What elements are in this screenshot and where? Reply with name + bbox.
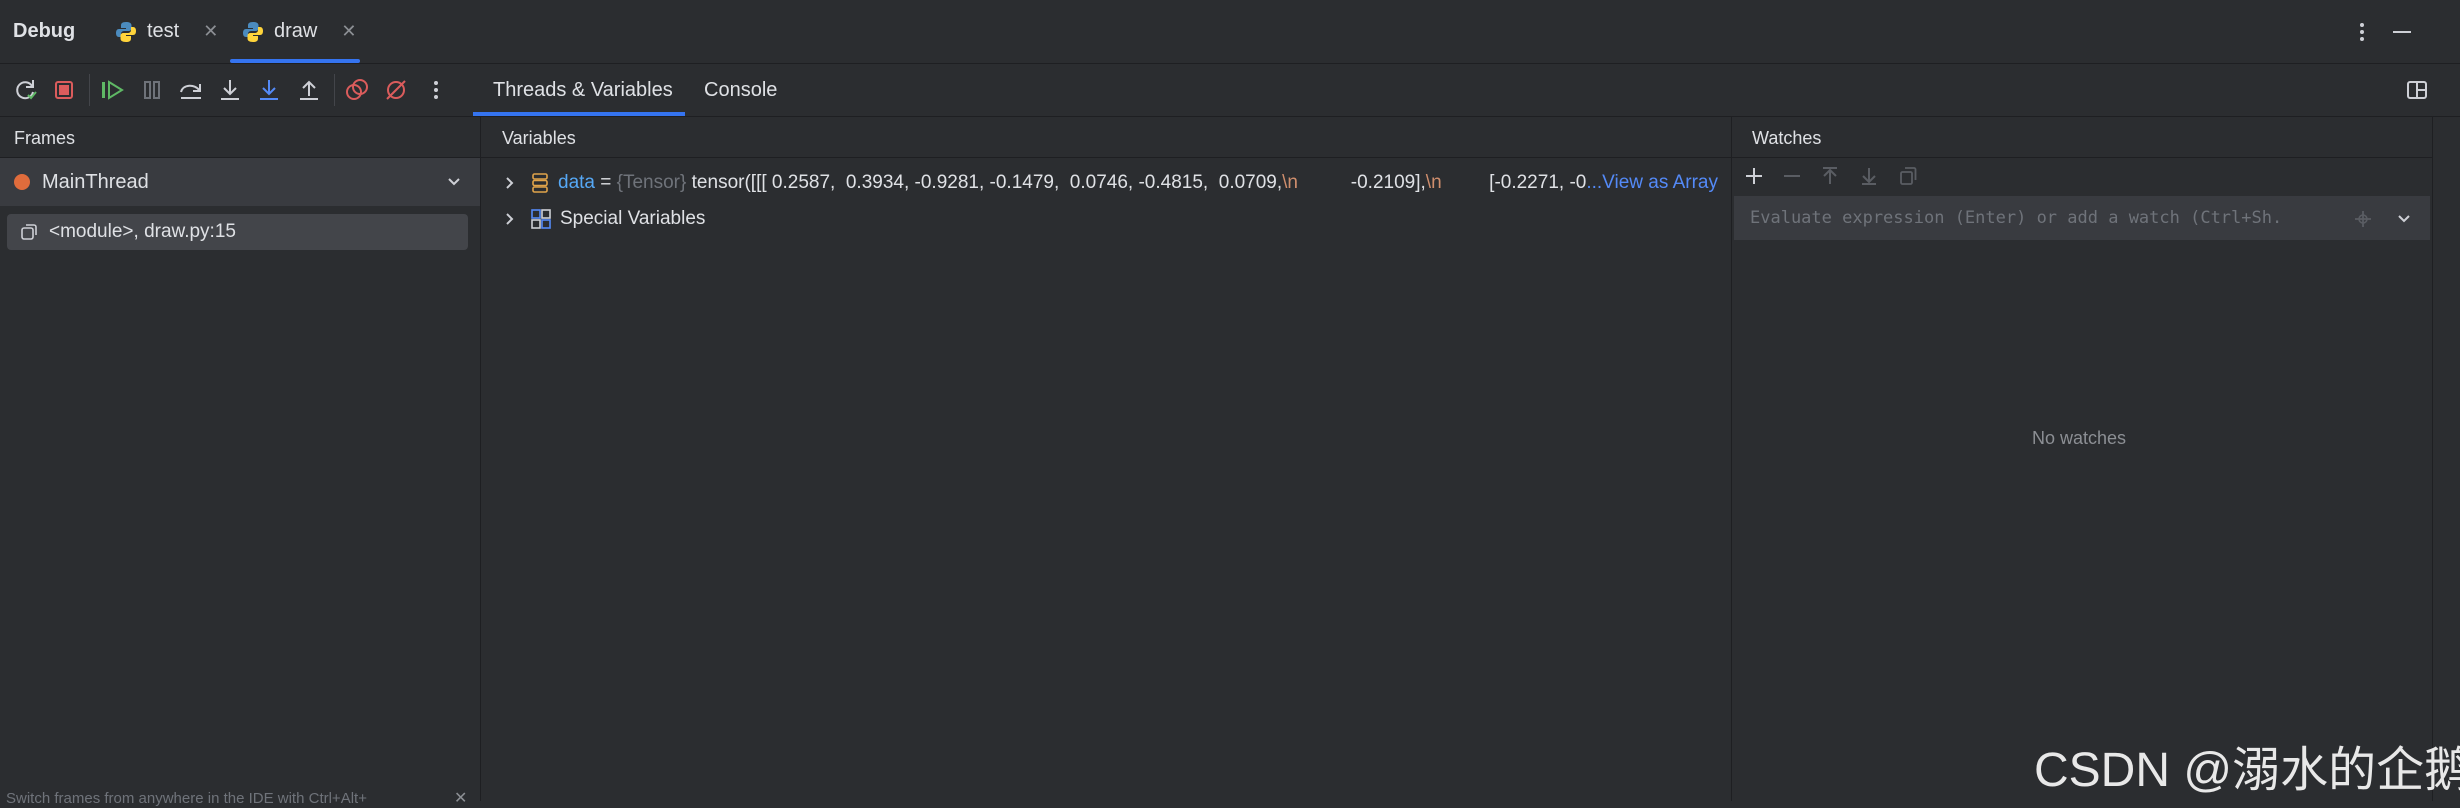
variables-title: Variables [502, 128, 576, 148]
variable-value: -0.2109], [1298, 172, 1426, 193]
chevron-right-icon[interactable] [500, 173, 520, 193]
move-down-icon[interactable] [1857, 164, 1881, 188]
frame-label: <module>, draw.py:15 [49, 221, 236, 242]
variable-name: Special Variables [560, 208, 706, 229]
mute-breakpoints-icon[interactable] [381, 75, 411, 105]
right-tool-strip [2433, 117, 2460, 801]
add-watch-inline-icon[interactable] [2352, 208, 2374, 230]
empty-watches-text: No watches [2032, 428, 2127, 448]
tab-test[interactable]: test ✕ [115, 0, 218, 63]
tab-label: test [147, 20, 180, 42]
special-variables-icon [530, 208, 552, 230]
tab-label: draw [274, 20, 318, 42]
resume-icon[interactable] [97, 75, 127, 105]
divider [481, 157, 1731, 158]
chevron-down-icon [444, 171, 464, 191]
add-watch-icon[interactable] [1742, 164, 1766, 188]
variable-value: [-0.2271, -0 [1441, 172, 1587, 193]
thread-selector[interactable]: MainThread [0, 158, 480, 206]
variable-name: data [558, 172, 595, 193]
thread-name: MainThread [42, 170, 149, 193]
stop-icon[interactable] [49, 75, 79, 105]
python-icon [115, 21, 137, 43]
tool-window-title: Debug [13, 20, 76, 42]
newline-escape: \n [1282, 172, 1298, 193]
step-into-icon[interactable] [215, 75, 245, 105]
python-icon [242, 21, 264, 43]
watches-title: Watches [1752, 128, 1822, 148]
step-out-icon[interactable] [294, 75, 324, 105]
rerun-icon[interactable] [10, 75, 40, 105]
frames-hint: Switch frames from anywhere in the IDE w… [6, 790, 367, 807]
watch-expression-field[interactable] [1734, 196, 2430, 240]
variable-equals: = [594, 172, 617, 193]
tab-threads-variables[interactable]: Threads & Variables [493, 64, 673, 116]
watch-expression-input[interactable] [1748, 207, 2312, 229]
remove-watch-icon[interactable] [1780, 164, 1804, 188]
watermark: CSDN @溺水的企鹅 [2034, 744, 2460, 797]
chevron-down-icon[interactable] [2394, 208, 2414, 228]
variable-row[interactable]: data = {Tensor} tensor([[[ 0.2587, 0.393… [500, 166, 1728, 200]
step-into-my-code-icon[interactable] [254, 75, 284, 105]
stack-frame-item[interactable]: <module>, draw.py:15 [7, 214, 468, 250]
variable-type-icon [530, 172, 550, 194]
duplicate-watch-icon[interactable] [1896, 164, 1920, 188]
thread-status-icon [14, 174, 30, 190]
frame-icon [19, 222, 39, 242]
options-menu-icon[interactable] [2350, 18, 2374, 46]
toolbar-separator [89, 74, 90, 106]
divider [1732, 157, 2432, 158]
variable-type: {Tensor} [616, 172, 687, 193]
newline-escape: \n [1425, 172, 1442, 193]
active-tab-indicator [230, 59, 360, 63]
active-tab-indicator [473, 112, 685, 116]
more-icon[interactable] [421, 75, 451, 105]
toolbar-separator [334, 74, 335, 106]
close-icon[interactable]: ✕ [203, 21, 218, 42]
view-breakpoints-icon[interactable] [342, 75, 372, 105]
variable-value: tensor([[[ 0.2587, 0.3934, -0.9281, -0.1… [686, 172, 1283, 193]
layout-settings-icon[interactable] [2404, 77, 2430, 103]
variable-row[interactable]: Special Variables [500, 202, 705, 236]
move-up-icon[interactable] [1818, 164, 1842, 188]
tab-draw[interactable]: draw ✕ [242, 0, 356, 63]
pause-icon[interactable] [137, 75, 167, 105]
tab-console[interactable]: Console [704, 64, 777, 116]
frames-title: Frames [14, 128, 76, 148]
view-as-array-link[interactable]: ...View as Array [1586, 172, 1718, 194]
title-bar [0, 0, 2460, 64]
close-icon[interactable]: ✕ [341, 21, 356, 42]
chevron-right-icon[interactable] [500, 209, 520, 229]
step-over-icon[interactable] [176, 75, 206, 105]
close-icon[interactable]: ✕ [454, 788, 467, 808]
minimize-icon[interactable] [2390, 18, 2414, 46]
